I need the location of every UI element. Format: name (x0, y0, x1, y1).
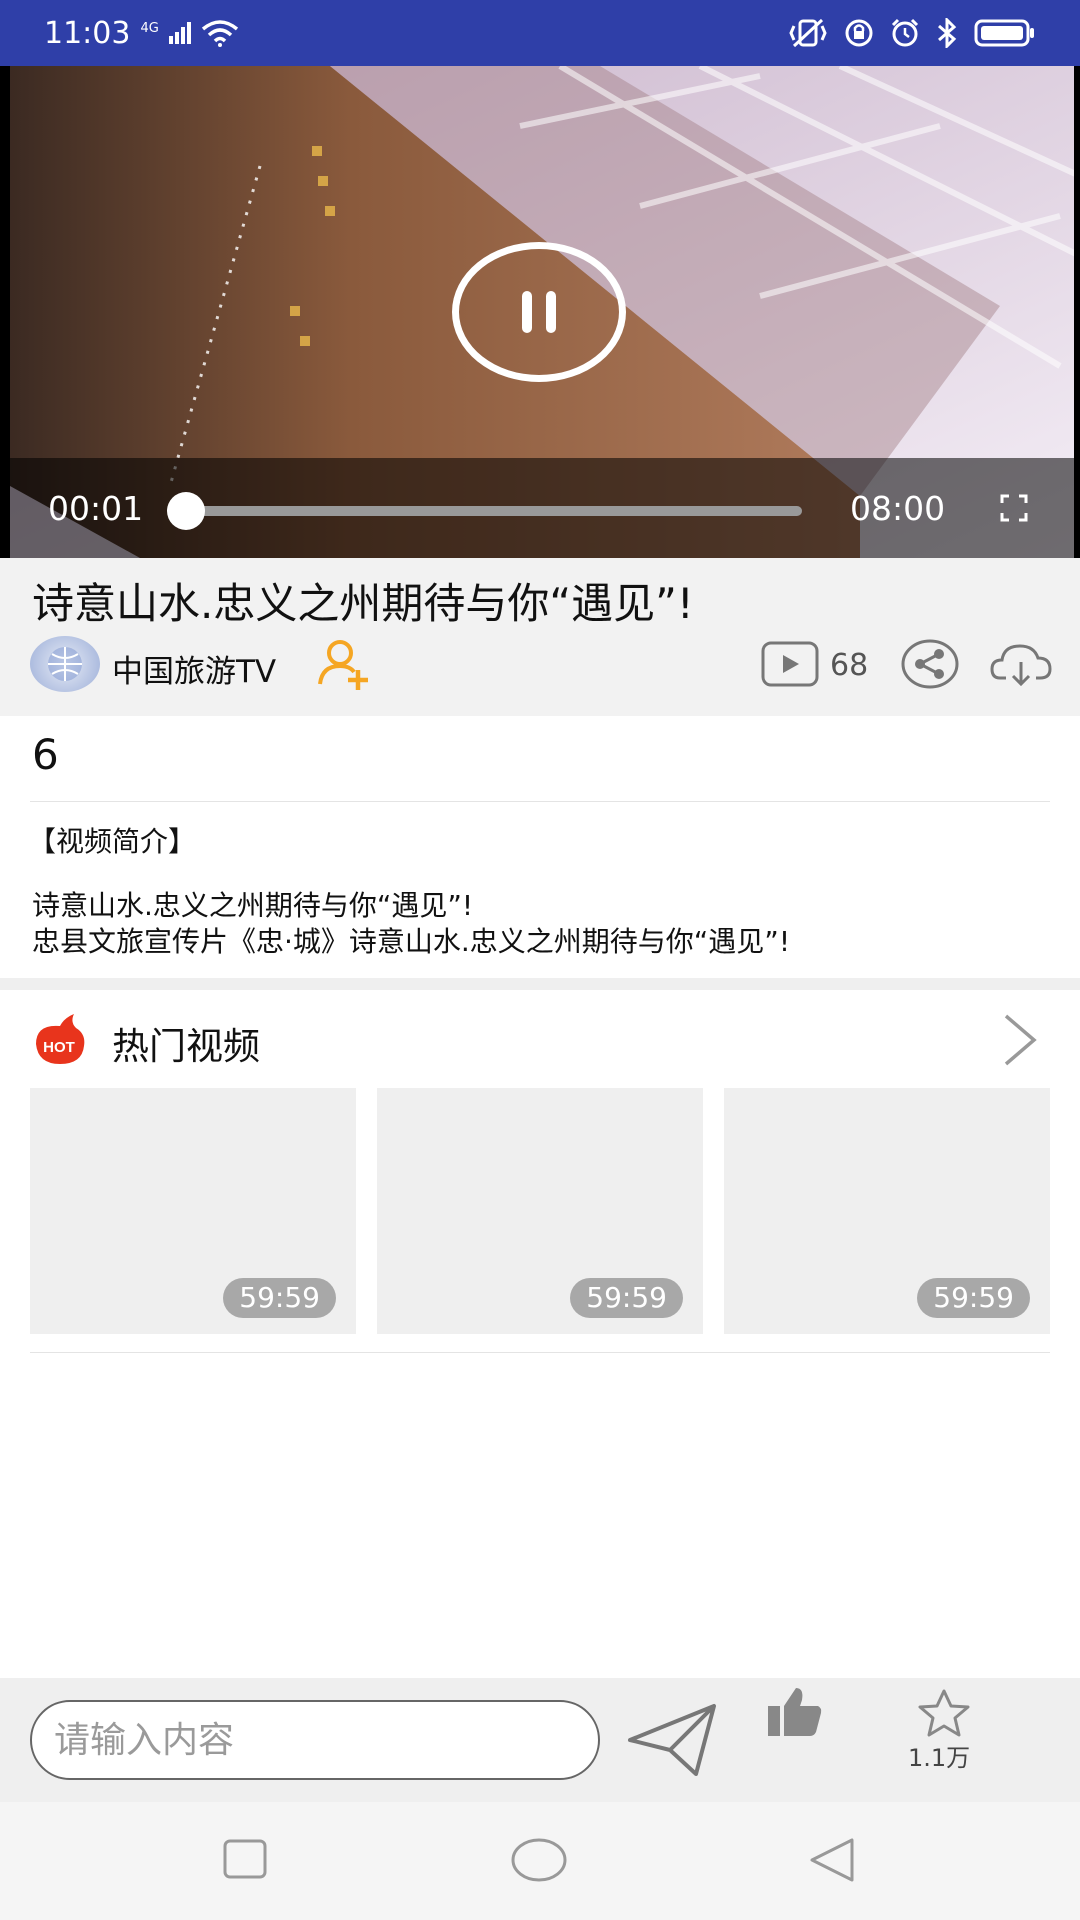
video-duration-badge: 59:59 (223, 1278, 336, 1318)
channel-avatar[interactable] (30, 636, 100, 692)
hot-videos-header: HOT 热门视频 (0, 990, 1080, 1086)
divider (30, 1352, 1050, 1353)
lock-rotation-icon (845, 19, 873, 47)
battery-icon (974, 19, 1034, 47)
video-duration-badge: 59:59 (917, 1278, 1030, 1318)
video-info: 诗意山水.忠义之州期待与你“遇见”! 中国旅游TV 68 (0, 558, 1080, 716)
hot-video-card[interactable]: 59:59 (30, 1088, 356, 1334)
send-icon[interactable] (626, 1700, 720, 1780)
progress-knob[interactable] (166, 492, 205, 530)
hot-videos-title: 热门视频 (112, 1025, 260, 1068)
vibrate-icon (789, 18, 827, 48)
pause-button[interactable] (452, 242, 626, 382)
video-duration-badge: 59:59 (570, 1278, 683, 1318)
recent-apps-icon[interactable] (222, 1836, 270, 1884)
duration-time: 08:00 (850, 488, 946, 528)
status-time: 11:03 (44, 15, 131, 51)
back-icon[interactable] (806, 1836, 858, 1884)
description-section: 6 【视频简介】 诗意山水.忠义之州期待与你“遇见”! 忠县文旅宣传片《忠·城》… (0, 716, 1080, 978)
system-nav-bar (0, 1802, 1080, 1920)
player-controls: 00:01 08:00 (0, 458, 1080, 558)
cloud-download-icon[interactable] (990, 640, 1052, 688)
current-time: 00:01 (48, 488, 144, 528)
alarm-icon (891, 18, 919, 47)
globe-icon (48, 647, 82, 681)
pause-bar (522, 291, 532, 333)
pause-bar (546, 291, 556, 333)
hot-fire-icon: HOT (36, 1014, 85, 1064)
intro-text-line: 忠县文旅宣传片《忠·城》诗意山水.忠义之州期待与你“遇见”! (32, 925, 791, 958)
hot-video-card[interactable]: 59:59 (377, 1088, 703, 1334)
play-count-icon (761, 641, 819, 687)
intro-text-line: 诗意山水.忠义之州期待与你“遇见”! (32, 889, 474, 922)
channel-name[interactable]: 中国旅游TV (112, 646, 276, 691)
signal-icon (168, 22, 191, 44)
wifi-icon (201, 20, 238, 47)
favorite-count: 1.1万 (908, 1744, 971, 1772)
progress-track[interactable] (166, 492, 802, 530)
thumbs-up-icon[interactable] (766, 1686, 824, 1738)
bluetooth-icon (938, 18, 957, 48)
divider (30, 801, 1050, 802)
follow-user-icon[interactable] (316, 636, 372, 692)
home-icon[interactable] (510, 1836, 568, 1884)
chevron-right-icon[interactable] (1000, 1012, 1040, 1068)
hot-video-card[interactable]: 59:59 (724, 1088, 1050, 1334)
comment-input[interactable] (30, 1700, 600, 1780)
comment-bar: 1.1万 (0, 1678, 1080, 1802)
hot-badge-text: HOT (43, 1039, 75, 1056)
play-count: 68 (830, 648, 869, 683)
video-title: 诗意山水.忠义之州期待与你“遇见”! (32, 579, 694, 628)
video-player[interactable]: 00:01 08:00 (0, 66, 1080, 558)
status-bar: 11:03 4G (0, 0, 1080, 66)
fullscreen-icon[interactable] (1000, 494, 1028, 522)
share-icon[interactable] (900, 638, 960, 690)
network-type: 4G (140, 20, 159, 36)
comment-count: 6 (32, 730, 59, 779)
star-icon[interactable] (916, 1688, 972, 1738)
meta-row: 中国旅游TV 68 (30, 634, 1060, 694)
section-separator (0, 978, 1080, 990)
intro-label: 【视频简介】 (28, 825, 197, 858)
